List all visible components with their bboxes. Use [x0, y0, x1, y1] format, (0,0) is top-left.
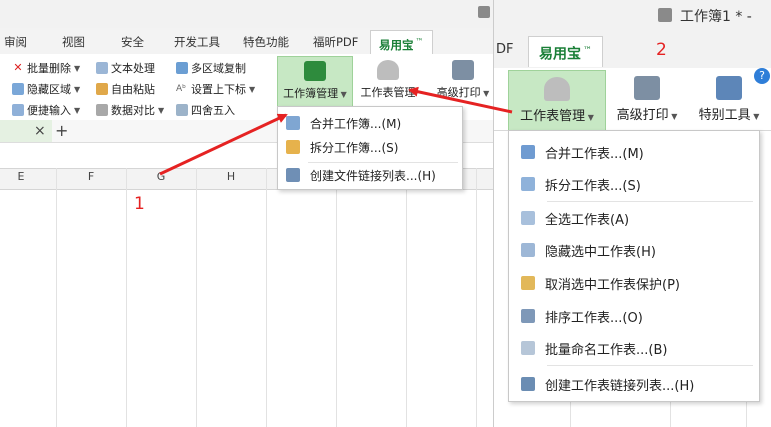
- arrow-to-workbook-manage: [159, 113, 288, 176]
- arrow-to-sheet-manage: [408, 86, 513, 114]
- annotation-arrows: [159, 86, 513, 176]
